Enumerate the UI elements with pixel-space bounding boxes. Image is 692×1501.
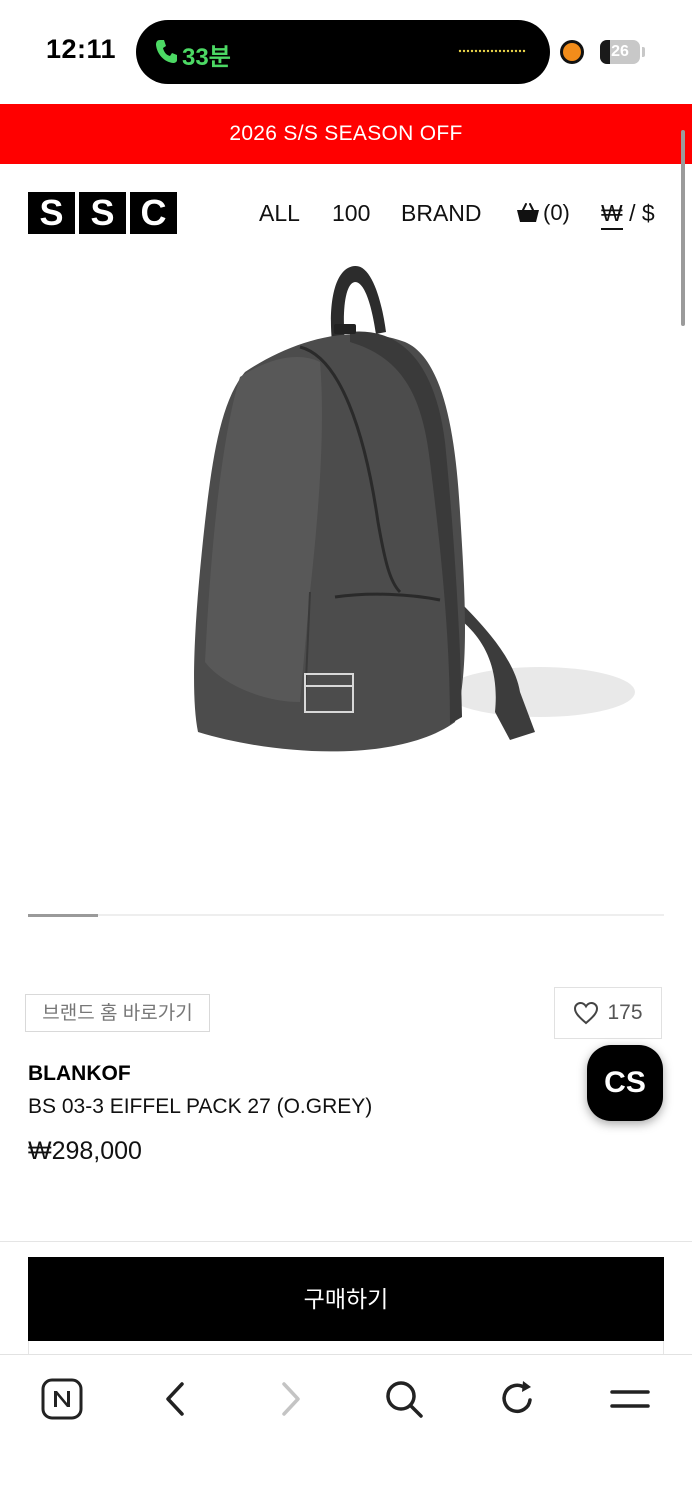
browser-toolbar (0, 1354, 692, 1501)
back-arrow-icon (166, 1382, 184, 1416)
like-button[interactable]: 175 (554, 987, 662, 1039)
menu-button[interactable] (606, 1375, 654, 1423)
cart-count: (0) (543, 200, 570, 225)
status-time: 12:11 (46, 34, 117, 64)
product-image-backpack[interactable] (150, 262, 650, 762)
cart-button[interactable]: (0) (516, 200, 570, 226)
product-name: BS 03-3 EIFFEL PACK 27 (O.GREY) (28, 1095, 373, 1118)
naver-n-icon (41, 1378, 83, 1420)
section-divider (0, 1241, 692, 1242)
battery-icon: 26 (600, 40, 640, 64)
call-duration: 33분 (182, 44, 231, 71)
product-price: ₩298,000 (28, 1137, 142, 1165)
naver-home-button[interactable] (38, 1375, 86, 1423)
status-bar: 12:11 33분 26 (0, 0, 692, 104)
nav-100[interactable]: 100 (332, 200, 370, 227)
logo-letter: S (79, 192, 126, 234)
camera-indicator-icon (563, 43, 581, 61)
nav-brand[interactable]: BRAND (401, 200, 482, 227)
logo-letter: C (130, 192, 177, 234)
carousel-active-indicator (28, 914, 98, 917)
battery-tip (642, 47, 645, 57)
back-button[interactable] (152, 1375, 200, 1423)
reload-button[interactable] (493, 1375, 541, 1423)
reload-icon (502, 1381, 532, 1414)
search-icon (386, 1381, 423, 1418)
brand-home-button[interactable]: 브랜드 홈 바로가기 (25, 994, 210, 1032)
ssc-logo[interactable]: S S C (28, 192, 177, 234)
dynamic-island[interactable]: 33분 (136, 20, 550, 84)
audio-waveform-icon (458, 49, 526, 53)
cs-chat-button[interactable]: CS (587, 1045, 663, 1121)
currency-switcher[interactable]: ₩ / $ (601, 200, 655, 230)
forward-arrow-icon (282, 1382, 300, 1416)
promo-banner[interactable]: 2026 S/S SEASON OFF (0, 104, 692, 164)
like-count: 175 (607, 1001, 643, 1024)
buy-button[interactable]: 구매하기 (28, 1257, 664, 1341)
shopping-basket-icon (517, 203, 539, 222)
nav-all[interactable]: ALL (259, 200, 300, 227)
currency-usd[interactable]: $ (642, 200, 655, 226)
carousel-track[interactable] (28, 914, 664, 917)
buy-panel-edge (28, 1341, 664, 1355)
page-scrollbar[interactable] (681, 130, 685, 326)
logo-letter: S (28, 192, 75, 234)
battery-level: 26 (611, 43, 629, 60)
menu-icon (610, 1390, 650, 1408)
phone-call-icon (156, 40, 177, 63)
forward-button[interactable] (266, 1375, 314, 1423)
currency-separator: / (622, 200, 642, 226)
currency-won[interactable]: ₩ (601, 200, 623, 230)
search-button[interactable] (380, 1375, 428, 1423)
heart-icon (574, 1001, 599, 1025)
product-brand[interactable]: BLANKOF (28, 1062, 131, 1086)
site-header: S S C ALL 100 BRAND (0) ₩ / $ (0, 164, 692, 260)
